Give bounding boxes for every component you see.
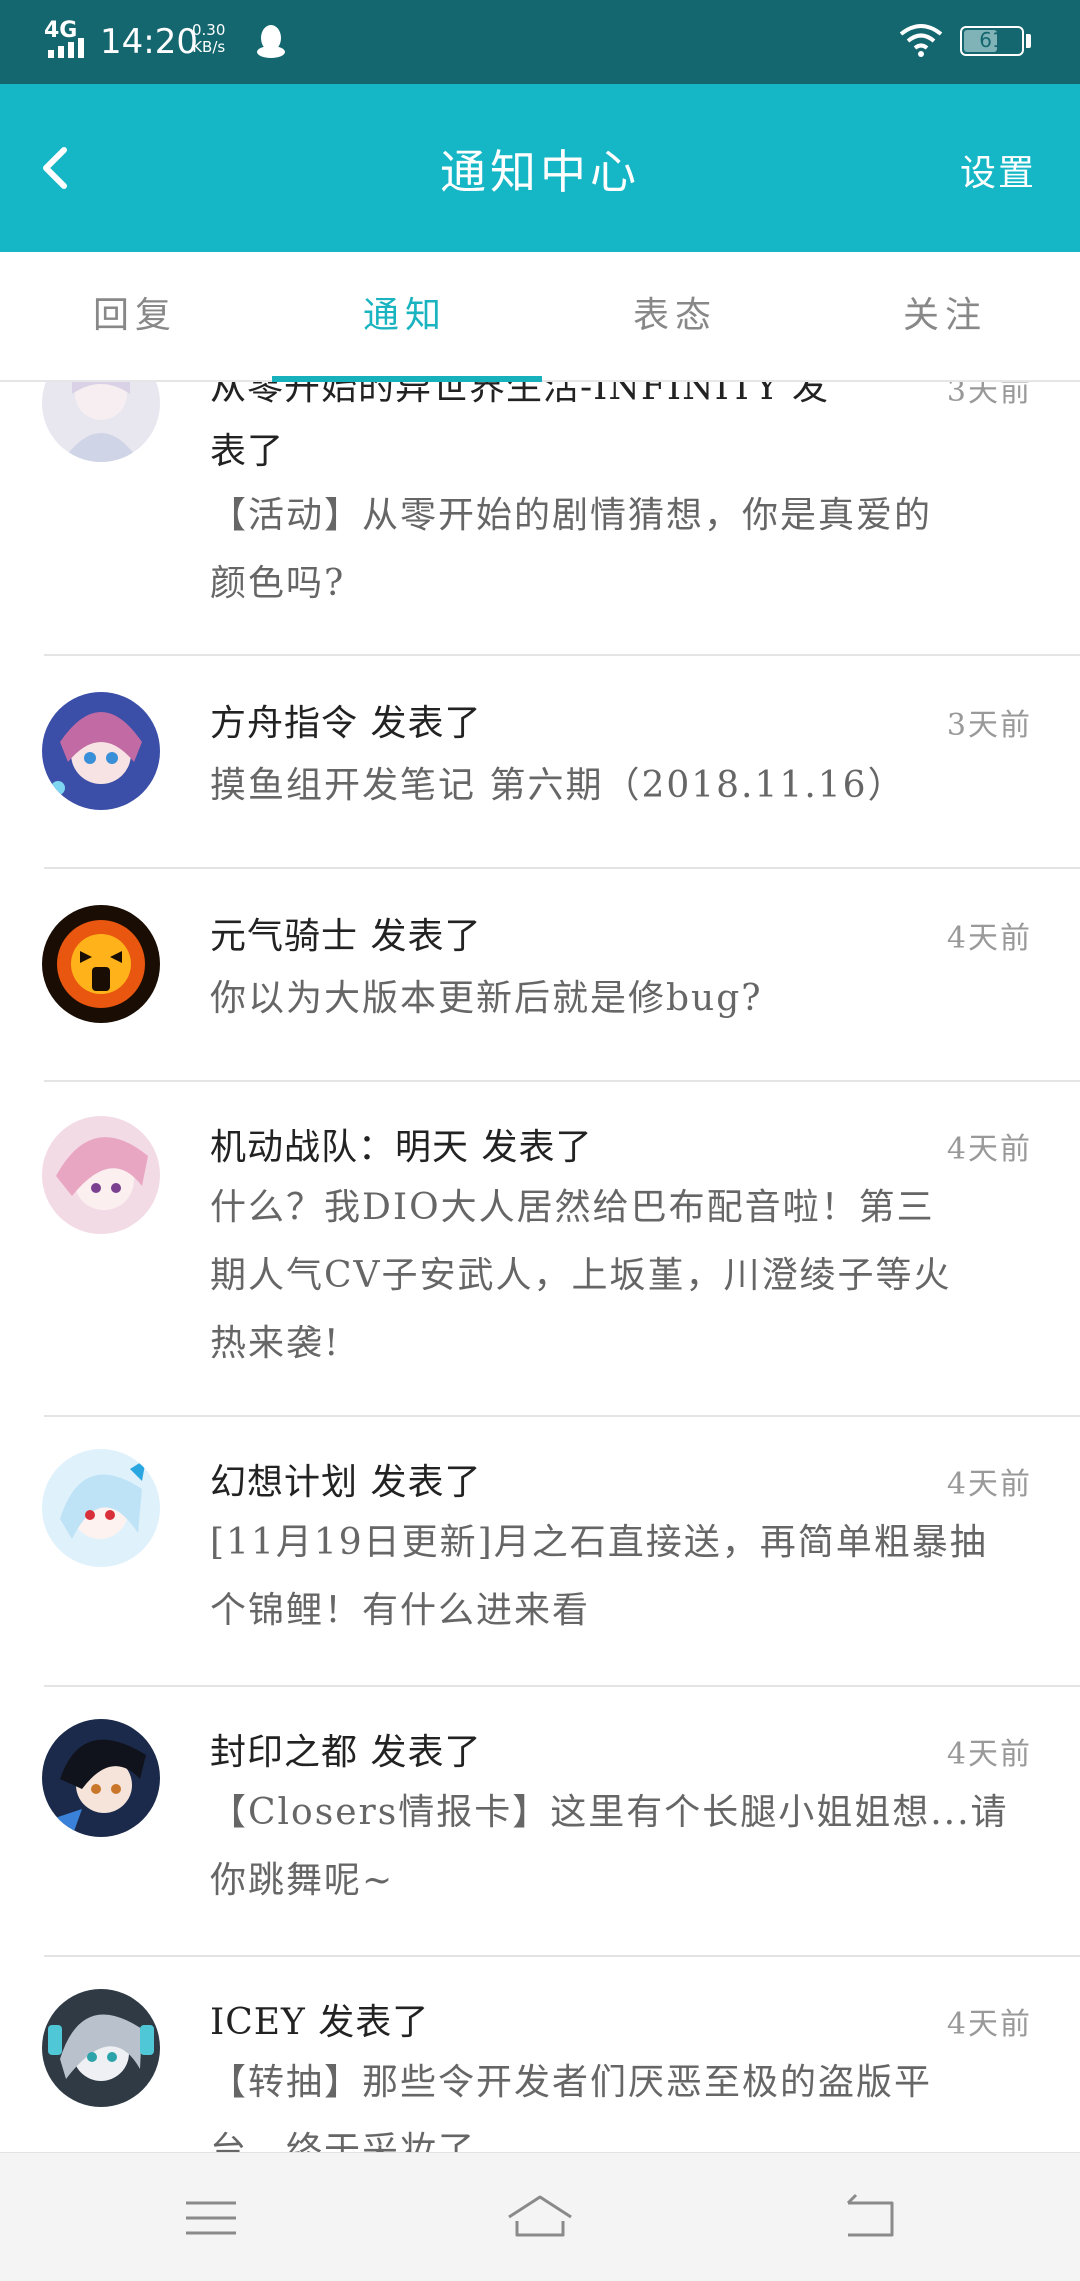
list-item[interactable]: 元气骑士 发表了 4天前 你以为大版本更新后就是修bug? [0,869,1080,1082]
list-item[interactable]: 从零开始的异世界生活-INFINITY 发 3天前 表了 【活动】从零开始的剧情… [0,382,1080,656]
settings-button[interactable]: 设置 [960,144,1036,196]
item-body: 【转抽】那些令开发者们厌恶至极的盗版平 台，终于采妆了 [210,2062,933,2152]
back-arrow-icon [846,2193,894,2237]
list-item[interactable]: 方舟指令 发表了 3天前 摸鱼组开发笔记 第六期（2018.11.16） [0,656,1080,869]
tab-following[interactable]: 关注 [810,252,1080,380]
tab-notifications[interactable]: 通知 [270,252,540,380]
menu-icon [186,2201,236,2235]
list-item[interactable]: 幻想计划 发表了 4天前 [11月19日更新]月之石直接送，再简单粗暴抽 个锦鲤… [0,1417,1080,1687]
item-time: 4天前 [946,921,1032,956]
item-body: 【活动】从零开始的剧情猜想，你是真爱的 颜色吗? [210,495,933,604]
home-icon [508,2195,572,2237]
battery-cap [1026,34,1031,48]
app-header: 通知中心 设置 [0,84,1080,252]
avatar[interactable] [42,905,160,1023]
menu-button[interactable] [176,2183,246,2253]
item-time: 4天前 [946,1737,1032,1772]
tab-bar: 回复 通知 表态 关注 [0,252,1080,382]
item-time: 3天前 [946,708,1032,743]
active-tab-indicator [272,376,542,382]
avatar[interactable] [42,1989,160,2107]
item-time: 4天前 [946,1132,1032,1167]
network-speed: 0.30 KB/s [192,21,226,56]
status-bar: 4G 14:20 0.30 KB/s 61 [0,0,1080,84]
item-title: 机动战队：明天 发表了 [210,1127,593,1168]
avatar[interactable] [42,382,160,462]
item-time: 4天前 [946,1467,1032,1502]
clock: 14:20 [100,22,198,62]
item-body: 你以为大版本更新后就是修bug? [210,978,763,1019]
item-title: 元气骑士 发表了 [210,916,482,957]
system-nav-bar [0,2152,1080,2281]
item-body: 【Closers情报卡】这里有个长腿小姐姐想...请 你跳舞呢~ [210,1792,1009,1901]
list-item[interactable]: 封印之都 发表了 4天前 【Closers情报卡】这里有个长腿小姐姐想...请 … [0,1687,1080,1957]
item-title-cont: 表了 [210,431,285,472]
list-item[interactable]: ICEY 发表了 4天前 【转抽】那些令开发者们厌恶至极的盗版平 台，终于采妆了 [0,1957,1080,2152]
item-title: 从零开始的异世界生活-INFINITY 发 [210,382,830,408]
tab-reactions[interactable]: 表态 [540,252,810,380]
item-title: ICEY 发表了 [210,2002,430,2043]
avatar[interactable] [42,1116,160,1234]
page-title: 通知中心 [440,145,640,199]
signal-icon [48,38,88,58]
list-item[interactable]: 机动战队：明天 发表了 4天前 什么？我DIO大人居然给巴布配音啦！第三 期人气… [0,1082,1080,1417]
item-body: 摸鱼组开发笔记 第六期（2018.11.16） [210,765,906,806]
qq-penguin-icon [257,25,285,58]
notification-list[interactable]: 从零开始的异世界生活-INFINITY 发 3天前 表了 【活动】从零开始的剧情… [0,382,1080,2152]
tab-reply[interactable]: 回复 [0,252,270,380]
battery-percent: 61 [979,28,1005,52]
item-body: 什么？我DIO大人居然给巴布配音啦！第三 期人气CV子安武人，上坂堇，川澄绫子等… [210,1187,952,1364]
item-time: 4天前 [946,2007,1032,2042]
back-nav-button[interactable] [834,2183,904,2253]
wifi-icon [899,24,943,57]
item-title: 封印之都 发表了 [210,1732,482,1773]
avatar[interactable] [42,692,160,810]
avatar[interactable] [42,1449,160,1567]
home-button[interactable] [505,2183,575,2253]
item-body: [11月19日更新]月之石直接送，再简单粗暴抽 个锦鲤！有什么进来看 [210,1522,988,1631]
item-title: 幻想计划 发表了 [210,1462,482,1503]
item-time: 3天前 [946,382,1032,409]
item-title: 方舟指令 发表了 [210,703,482,744]
avatar[interactable] [42,1719,160,1837]
